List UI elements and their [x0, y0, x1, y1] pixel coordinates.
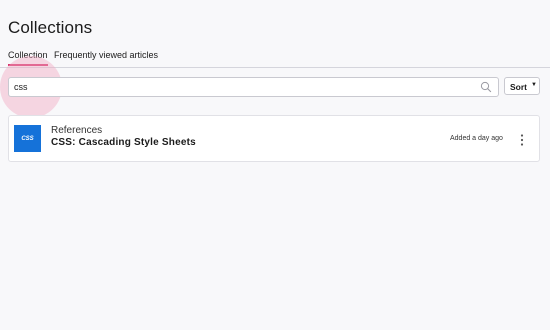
sort-label: Sort [510, 82, 527, 92]
sort-button[interactable]: Sort ▼ [504, 77, 540, 95]
more-vertical-icon[interactable] [517, 133, 527, 147]
page-title: Collections [8, 18, 93, 37]
chevron-down-icon: ▼ [531, 82, 537, 88]
search-input[interactable] [9, 78, 469, 96]
item-added-timestamp: Added a day ago [450, 135, 503, 142]
tab-frequently-viewed-articles[interactable]: Frequently viewed articles [54, 50, 158, 60]
search-icon[interactable] [480, 81, 492, 93]
css-logo-icon: CSS [14, 125, 41, 152]
item-title-link[interactable]: CSS: Cascading Style Sheets [51, 137, 196, 148]
tab-bar: Collection Frequently viewed articles [0, 50, 550, 68]
list-item: CSS References CSS: Cascading Style Shee… [8, 115, 540, 162]
item-category: References [51, 125, 103, 136]
search-box [8, 77, 499, 97]
